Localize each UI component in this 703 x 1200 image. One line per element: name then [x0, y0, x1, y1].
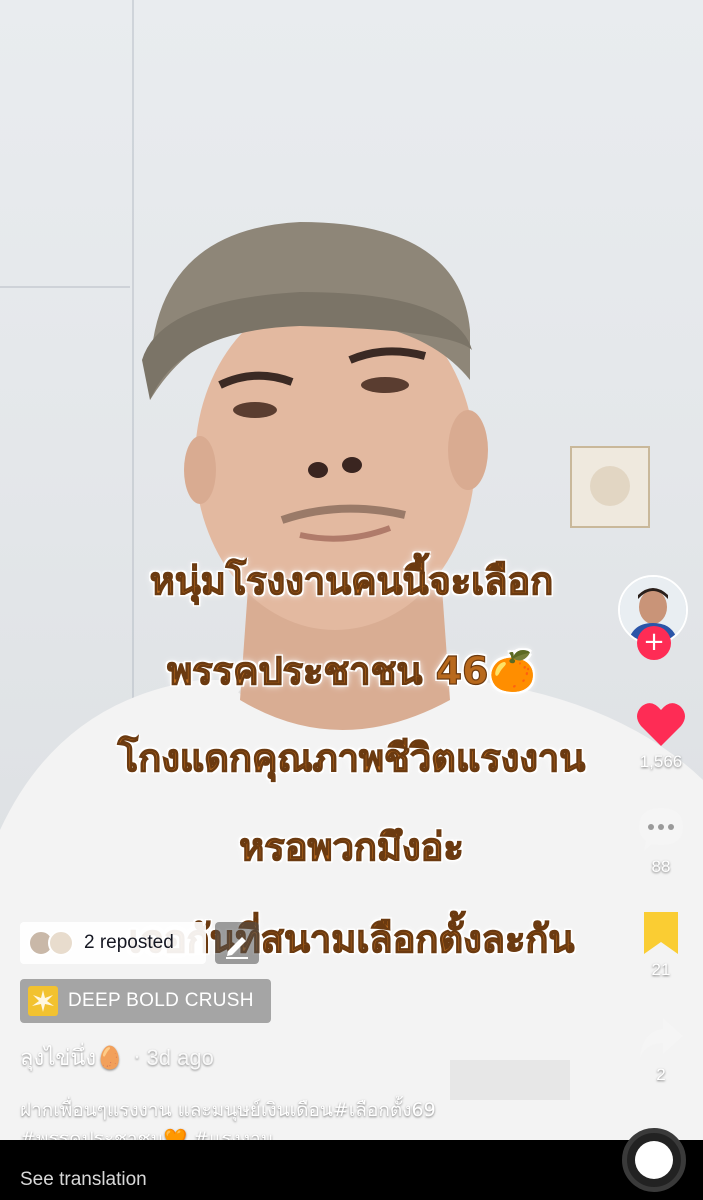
- comment-button[interactable]: 88: [631, 805, 691, 877]
- reposter-avatar: [48, 930, 74, 956]
- comment-icon: [639, 808, 683, 851]
- like-button[interactable]: 1,566: [631, 700, 691, 772]
- pencil-icon: [226, 937, 248, 959]
- like-count: 1,566: [639, 752, 683, 771]
- edit-button[interactable]: [215, 922, 259, 964]
- author-name[interactable]: ลุงไข่นึ่ง🥚: [20, 1046, 124, 1071]
- music-icon: [28, 986, 58, 1016]
- overlay-text-line: หรอพวกมึงอ่ะ: [239, 824, 465, 869]
- share-count: 2: [656, 1065, 666, 1084]
- repost-label: 2 reposted: [84, 932, 174, 953]
- overlay-text-line: หนุ่มโรงงานคนนี้จะเลือก: [149, 558, 554, 603]
- repost-pill[interactable]: 2 reposted: [20, 922, 206, 964]
- separator-dot: ·: [133, 1046, 141, 1071]
- see-translation-link[interactable]: See translation: [20, 1169, 147, 1191]
- comment-count: 88: [651, 857, 671, 876]
- caption-line: ฝากเพื่อนๆแรงงาน และมนุษย์เงินเดือน#เลือ…: [20, 1099, 436, 1121]
- bookmark-count: 21: [651, 960, 671, 979]
- bookmark-icon: [644, 912, 678, 954]
- bookmark-button[interactable]: 21: [631, 910, 691, 980]
- share-button[interactable]: 2: [631, 1015, 691, 1085]
- follow-button[interactable]: +: [637, 626, 671, 660]
- share-icon: [640, 1018, 683, 1057]
- music-pill[interactable]: DEEP BOLD CRUSH: [20, 979, 271, 1023]
- overlay-text-line: พรรคประชาชน 46🍊: [167, 648, 537, 693]
- music-label: DEEP BOLD CRUSH: [68, 990, 254, 1011]
- post-time: 3d ago: [146, 1045, 214, 1070]
- sound-disc[interactable]: [622, 1128, 686, 1192]
- video-player[interactable]: หนุ่มโรงงานคนนี้จะเลือก พรรคประชาชน 46🍊 …: [0, 0, 703, 1140]
- plus-icon: +: [643, 627, 665, 657]
- heart-icon: [637, 703, 685, 746]
- overlay-text-line: โกงแดกคุณภาพชีวิตแรงงาน: [117, 735, 586, 780]
- author-line: ลุงไข่นึ่ง🥚 · 3d ago: [20, 1040, 214, 1075]
